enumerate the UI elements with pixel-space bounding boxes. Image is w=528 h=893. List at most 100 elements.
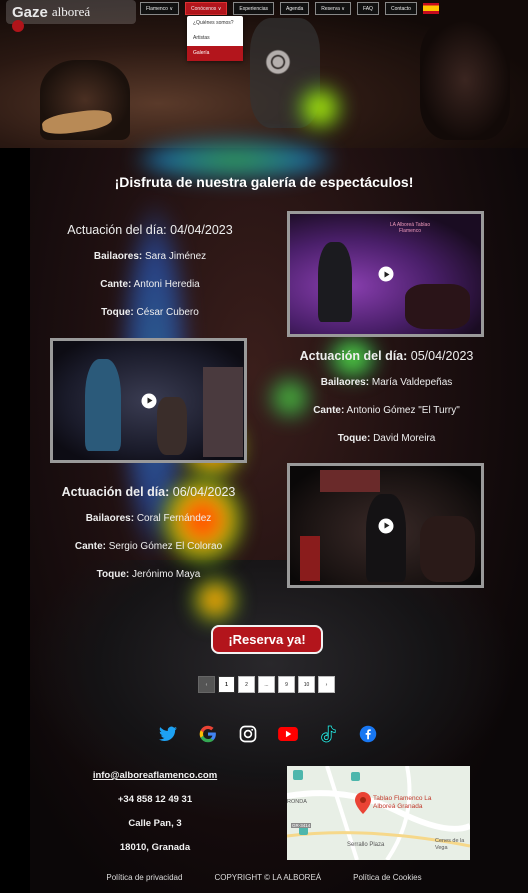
pagination-page-10[interactable]: 10	[298, 676, 315, 693]
play-icon[interactable]	[378, 266, 393, 282]
musicians-figure	[405, 284, 470, 329]
pagination-ellipsis: ...	[258, 676, 275, 693]
guitar-label: Toque:	[337, 433, 371, 444]
performance-date-label: Actuación del día:	[299, 349, 408, 363]
tiktok-icon[interactable]	[318, 724, 338, 744]
singer-value: Antoni Heredia	[133, 279, 200, 290]
dancer-figure	[85, 359, 121, 451]
privacy-policy-link[interactable]: Política de privacidad	[106, 873, 182, 882]
play-icon[interactable]	[141, 393, 156, 408]
dancer-figure	[318, 242, 352, 322]
nav-conocenos[interactable]: Conócenos ∨	[185, 2, 228, 15]
dancers-label: Bailaores:	[85, 513, 135, 524]
pagination: ‹ 1 2 ... 9 10 ›	[198, 676, 335, 693]
nav-agenda[interactable]: Agenda	[280, 2, 310, 15]
pagination-page-1[interactable]: 1	[218, 676, 235, 693]
contact-city: 18010, Granada	[119, 842, 191, 853]
singer-row: Cante: Antonio Gómez "El Turry"	[284, 405, 489, 416]
performance-date-row: Actuación del día: 04/04/2023	[50, 223, 250, 237]
musician-figure	[157, 397, 187, 455]
pagination-page-2[interactable]: 2	[238, 676, 255, 693]
singer-label: Cante:	[100, 279, 132, 290]
singer-label: Cante:	[74, 541, 106, 552]
nav-reserva[interactable]: Reserva ∨	[315, 2, 351, 15]
pagination-page-9[interactable]: 9	[278, 676, 295, 693]
performance-date-label: Actuación del día:	[61, 485, 170, 499]
singer-label: Cante:	[313, 405, 345, 416]
dancers-row: Bailaores: María Valdepeñas	[284, 377, 489, 388]
singer-value: Antonio Gómez "El Turry"	[346, 405, 460, 416]
google-icon[interactable]	[198, 724, 218, 744]
nav-experiencias[interactable]: Experiencias	[233, 2, 275, 15]
nav-contacto[interactable]: Contacto	[384, 2, 417, 15]
performance-date: 06/04/2023	[172, 485, 236, 499]
cookie-policy-link[interactable]: Política de Cookies	[353, 873, 421, 882]
guitar-value: Jerónimo Maya	[132, 569, 201, 580]
youtube-icon[interactable]	[278, 724, 298, 744]
logo-text: alboreá	[51, 4, 91, 19]
performance-info-1: Actuación del día: 04/04/2023 Bailaores:…	[50, 223, 250, 335]
singer-row: Cante: Antoni Heredia	[50, 279, 250, 290]
nav-flamenco[interactable]: Flamenco ∨	[140, 2, 180, 15]
performance-video-1[interactable]: LA Alboreá Tablao Flamenco	[287, 211, 484, 337]
left-margin	[0, 148, 30, 893]
contact-phone: +34 858 12 49 31	[117, 794, 193, 805]
performance-date-row: Actuación del día: 05/04/2023	[284, 349, 489, 363]
map-road-label: GR-3414	[291, 823, 312, 828]
dropdown-item-artistas[interactable]: Artistas	[187, 31, 243, 46]
logo-emblem-icon	[12, 20, 24, 32]
performance-info-2: Actuación del día: 05/04/2023 Bailaores:…	[284, 349, 489, 461]
site-logo[interactable]: Gaze alboreá	[6, 0, 136, 32]
dropdown-item-quienes-somos[interactable]: ¿Quiénes somos?	[187, 16, 243, 31]
play-icon[interactable]	[378, 518, 393, 533]
twitter-icon[interactable]	[158, 724, 178, 744]
chair	[300, 536, 320, 581]
guitar-value: César Cubero	[136, 307, 199, 318]
performance-info-3: Actuación del día: 06/04/2023 Bailaores:…	[46, 485, 251, 597]
video-caption: LA Alboreá Tablao Flamenco	[389, 222, 431, 234]
stage-sign	[320, 470, 380, 492]
performance-video-3[interactable]	[287, 463, 484, 588]
guitar-row: Toque: César Cubero	[50, 307, 250, 318]
performance-date-label: Actuación del día:	[67, 223, 167, 237]
performance-date: 04/04/2023	[170, 223, 233, 237]
reserve-button[interactable]: ¡Reserva ya!	[211, 625, 323, 654]
singer-row: Cante: Sergio Gómez El Colorao	[46, 541, 251, 552]
pagination-prev[interactable]: ‹	[198, 676, 215, 693]
dancers-row: Bailaores: Coral Fernández	[46, 513, 251, 524]
location-map[interactable]: Tablao Flamenco La Alboreá Granada RONDA…	[287, 766, 470, 860]
dancers-value: Coral Fernández	[136, 513, 212, 524]
site-footer: Política de privacidad COPYRIGHT © LA AL…	[0, 873, 528, 882]
performance-video-2[interactable]	[50, 338, 247, 463]
curtain	[203, 367, 243, 457]
contact-email-link[interactable]: info@alboreaflamenco.com	[90, 770, 220, 781]
pagination-next[interactable]: ›	[318, 676, 335, 693]
guitar-label: Toque:	[96, 569, 130, 580]
social-links	[158, 724, 378, 744]
guitar-row: Toque: Jerónimo Maya	[46, 569, 251, 580]
spanish-flag-icon[interactable]	[422, 3, 439, 14]
performance-date-row: Actuación del día: 06/04/2023	[46, 485, 251, 499]
map-place-label: Tablao Flamenco La Alboreá Granada	[373, 795, 432, 810]
facebook-icon[interactable]	[358, 724, 378, 744]
gaze-overlay-label: Gaze	[12, 3, 48, 21]
dancers-label: Bailaores:	[93, 251, 143, 262]
dancers-value: Sara Jiménez	[145, 251, 207, 262]
dancers-label: Bailaores:	[320, 377, 370, 388]
conocenos-dropdown: ¿Quiénes somos? Artistas Galería	[187, 16, 243, 61]
nav-faq[interactable]: FAQ	[356, 2, 379, 15]
performance-date: 05/04/2023	[410, 349, 474, 363]
guitar-value: David Moreira	[373, 433, 436, 444]
guitar-row: Toque: David Moreira	[284, 433, 489, 444]
map-area-label: Serrallo Plaza	[347, 842, 385, 848]
contact-street: Calle Pan, 3	[128, 818, 182, 829]
map-area-label: RONDA	[287, 799, 307, 805]
instagram-icon[interactable]	[238, 724, 258, 744]
dancer-figure	[366, 494, 406, 582]
gallery-title: ¡Disfruta de nuestra galería de espectác…	[114, 174, 414, 190]
copyright-text: COPYRIGHT © LA ALBOREÁ	[214, 873, 322, 882]
dropdown-item-galeria[interactable]: Galería	[187, 46, 243, 61]
dancers-value: María Valdepeñas	[371, 377, 453, 388]
singer-value: Sergio Gómez El Colorao	[108, 541, 223, 552]
map-area-label: Cenes de la Vega	[435, 838, 465, 851]
